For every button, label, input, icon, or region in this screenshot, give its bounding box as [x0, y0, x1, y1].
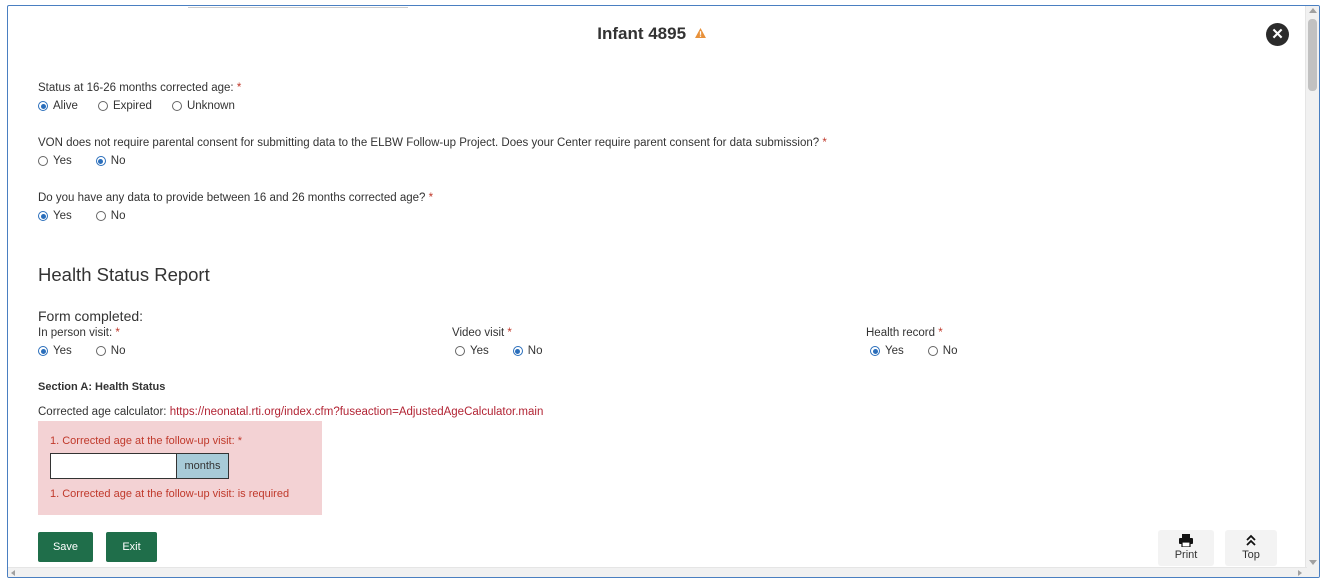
section-a-heading: Section A: Health Status: [38, 381, 166, 393]
radio-button[interactable]: [927, 346, 938, 356]
status-radio-group: Alive Expired Unknown: [38, 100, 255, 112]
required-marker: *: [236, 82, 242, 94]
scroll-right-arrow-icon[interactable]: [1298, 570, 1302, 576]
scroll-down-arrow-icon[interactable]: [1309, 560, 1317, 565]
print-button[interactable]: Print: [1158, 530, 1214, 566]
data-radio-group: Yes No: [38, 210, 145, 222]
radio-button[interactable]: [95, 156, 106, 166]
save-button[interactable]: Save: [38, 532, 93, 562]
question-data-label: Do you have any data to provide between …: [38, 192, 434, 204]
radio-button[interactable]: [38, 156, 48, 166]
radio-health-record-yes[interactable]: Yes: [870, 345, 904, 357]
exit-button[interactable]: Exit: [106, 532, 157, 562]
months-addon: months: [176, 453, 229, 479]
question-status-label: Status at 16-26 months corrected age: *: [38, 82, 242, 94]
radio-button[interactable]: [38, 101, 48, 111]
in-person-radio-group: Yes No: [38, 345, 145, 357]
video-visit-label: Video visit *: [452, 327, 512, 339]
corrected-age-calculator: Corrected age calculator: https://neonat…: [38, 406, 544, 418]
radio-in-person-yes[interactable]: Yes: [38, 345, 72, 357]
radio-button[interactable]: [171, 101, 182, 111]
double-chevron-up-icon: [1246, 534, 1256, 546]
required-marker: *: [237, 435, 242, 447]
radio-button[interactable]: [38, 346, 48, 356]
health-record-radio-group: Yes No: [870, 345, 977, 357]
question-consent-label: VON does not require parental consent fo…: [38, 137, 827, 149]
corrected-age-error-message: 1. Corrected age at the follow-up visit:…: [50, 488, 290, 500]
radio-button[interactable]: [97, 101, 108, 111]
radio-button[interactable]: [455, 346, 465, 356]
warning-icon: [694, 28, 706, 38]
horizontal-scrollbar[interactable]: [8, 567, 1307, 577]
infant-dialog: Infant 4895 ✕ Status at 16-26 months cor…: [7, 5, 1320, 578]
required-marker: *: [115, 327, 120, 339]
health-record-label: Health record *: [866, 327, 943, 339]
required-marker: *: [507, 327, 512, 339]
required-marker: *: [822, 137, 827, 149]
radio-button[interactable]: [870, 346, 880, 356]
section-heading: Health Status Report: [38, 264, 210, 285]
printer-icon: [1179, 534, 1193, 547]
top-button[interactable]: Top: [1225, 530, 1277, 566]
radio-button[interactable]: [38, 211, 48, 221]
radio-status-unknown[interactable]: Unknown: [171, 100, 235, 112]
form-completed-label: Form completed:: [38, 308, 144, 324]
radio-data-no[interactable]: No: [95, 210, 125, 222]
dialog-title-text: Infant 4895: [597, 24, 687, 43]
corrected-age-label: 1. Corrected age at the follow-up visit:…: [50, 435, 242, 447]
video-radio-group: Yes No: [455, 345, 562, 357]
radio-video-yes[interactable]: Yes: [455, 345, 489, 357]
radio-video-no[interactable]: No: [512, 345, 542, 357]
radio-data-yes[interactable]: Yes: [38, 210, 72, 222]
required-marker: *: [938, 327, 943, 339]
top-label: Top: [1242, 549, 1260, 561]
scroll-left-arrow-icon[interactable]: [11, 570, 15, 576]
scroll-up-arrow-icon[interactable]: [1309, 8, 1317, 13]
print-label: Print: [1174, 549, 1198, 561]
radio-button[interactable]: [95, 346, 106, 356]
required-marker: *: [428, 192, 434, 204]
radio-button[interactable]: [512, 346, 523, 356]
radio-in-person-no[interactable]: No: [95, 345, 125, 357]
calculator-link[interactable]: https://neonatal.rti.org/index.cfm?fusea…: [170, 406, 544, 418]
background-page-edge: [188, 6, 408, 8]
radio-consent-yes[interactable]: Yes: [38, 155, 72, 167]
corrected-age-error-box: 1. Corrected age at the follow-up visit:…: [38, 421, 322, 515]
consent-radio-group: Yes No: [38, 155, 145, 167]
vertical-scrollbar[interactable]: [1305, 6, 1319, 577]
radio-status-alive[interactable]: Alive: [38, 100, 78, 112]
radio-consent-no[interactable]: No: [95, 155, 125, 167]
scroll-thumb[interactable]: [1308, 19, 1317, 91]
radio-status-expired[interactable]: Expired: [97, 100, 152, 112]
radio-health-record-no[interactable]: No: [927, 345, 957, 357]
radio-button[interactable]: [95, 211, 106, 221]
dialog-title: Infant 4895: [8, 24, 1295, 44]
corrected-age-input[interactable]: [50, 453, 177, 479]
close-icon[interactable]: ✕: [1266, 23, 1289, 46]
in-person-visit-label: In person visit: *: [38, 327, 120, 339]
